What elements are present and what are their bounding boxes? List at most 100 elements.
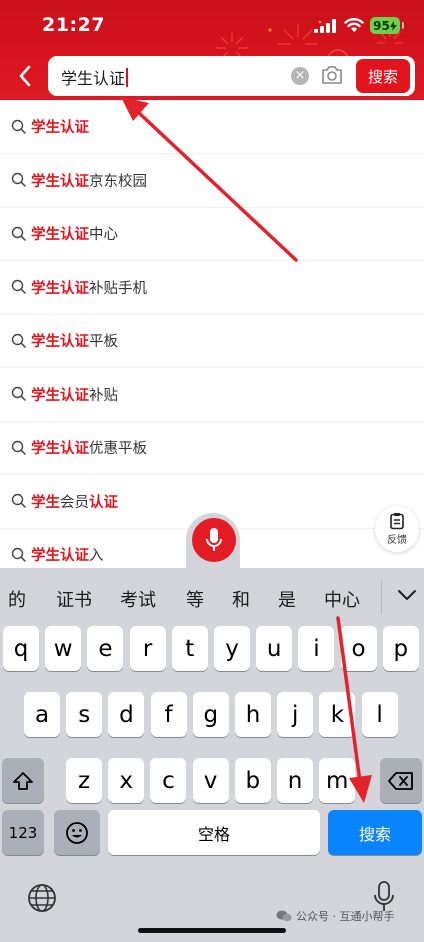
suggestion-rest: 中心 [89, 227, 118, 243]
candidate-bar: 的 证书 考试 等 和 是 中心 [0, 568, 424, 626]
suggestion-rest: 京东校园 [89, 173, 147, 190]
status-time: 21:27 [42, 14, 105, 36]
key-k[interactable]: k [319, 692, 356, 737]
battery-indicator: 95 [370, 17, 404, 34]
voice-search-button[interactable] [192, 518, 236, 562]
watermark-text: 公众号 · 互通小帮手 [296, 910, 395, 923]
key-x[interactable]: x [108, 758, 145, 803]
search-icon [11, 493, 26, 508]
suggestion-highlight: 学生认证 [31, 173, 89, 190]
search-button[interactable]: 搜索 [356, 59, 410, 93]
suggestion-rest: 入 [89, 548, 104, 564]
search-icon [11, 547, 26, 562]
suggestion-text: 学生会员认证 [31, 491, 118, 512]
chevron-down-icon[interactable] [396, 584, 418, 606]
key-r[interactable]: r [129, 626, 166, 671]
suggestion-rest: 会员 [60, 494, 89, 511]
suggestion-item[interactable]: 学生认证补贴手机 [0, 261, 424, 315]
candidate-word[interactable]: 考试 [120, 586, 156, 612]
feedback-label: 反馈 [387, 535, 407, 546]
candidate-word[interactable]: 等 [186, 586, 204, 612]
emoji-key[interactable] [54, 810, 100, 855]
suggestion-item[interactable]: 学生认证优惠平板 [0, 421, 424, 475]
microphone-icon [206, 528, 222, 551]
wechat-icon [276, 910, 292, 922]
space-key[interactable]: 空格 [108, 810, 320, 855]
key-c[interactable]: c [150, 758, 187, 803]
key-b[interactable]: b [234, 758, 271, 803]
key-t[interactable]: t [171, 626, 208, 671]
suggestion-text: 学生认证 [31, 116, 89, 137]
suggestion-list: 学生认证 学生认证京东校园 学生认证中心 学生认证补贴手机 学生认证平板 学生认证补贴 学生… [0, 100, 424, 567]
suggestion-highlight: 学生认证 [31, 120, 89, 136]
text-cursor [126, 68, 129, 87]
keyboard-search-key[interactable]: 搜索 [328, 810, 422, 855]
clear-icon[interactable]: × [291, 67, 309, 85]
candidate-word[interactable]: 和 [232, 586, 250, 612]
globe-icon[interactable] [26, 882, 58, 914]
key-w[interactable]: w [45, 626, 82, 671]
candidate-word[interactable]: 的 [8, 586, 26, 612]
key-m[interactable]: m [319, 758, 356, 803]
key-p[interactable]: p [382, 626, 419, 671]
suggestion-rest: 补贴手机 [89, 280, 147, 297]
search-icon [11, 386, 26, 401]
feedback-button[interactable]: 反馈 [375, 506, 419, 552]
delete-key[interactable] [380, 758, 422, 803]
suggestion-item[interactable]: 学生认证补贴 [0, 368, 424, 422]
search-icon [11, 333, 26, 348]
suggestion-highlight: 学生认证 [31, 387, 89, 404]
key-o[interactable]: o [340, 626, 377, 671]
suggestion-item[interactable]: 学生认证平板 [0, 314, 424, 368]
back-button[interactable] [14, 62, 36, 90]
key-u[interactable]: u [256, 626, 293, 671]
key-i[interactable]: i [298, 626, 335, 671]
suggestion-text: 学生认证补贴 [31, 384, 118, 405]
search-input[interactable]: 学生认证 × 搜索 [48, 56, 415, 96]
suggestion-item[interactable]: 学生认证京东校园 [0, 154, 424, 208]
suggestion-text: 学生认证优惠平板 [31, 437, 147, 458]
key-f[interactable]: f [150, 692, 187, 737]
key-l[interactable]: l [361, 692, 398, 737]
key-n[interactable]: n [277, 758, 313, 803]
suggestion-text: 学生认证中心 [31, 223, 118, 244]
key-g[interactable]: g [192, 692, 229, 737]
key-e[interactable]: e [87, 626, 124, 671]
suggestion-text: 学生认证入 [31, 544, 104, 565]
suggestion-highlight: 学生认证 [31, 441, 89, 457]
wifi-icon [344, 18, 364, 32]
charging-bolt-icon [389, 20, 397, 31]
candidate-word[interactable]: 证书 [56, 586, 92, 612]
suggestion-highlight: 学生 [31, 494, 60, 511]
watermark: 公众号 · 互通小帮手 [276, 908, 395, 924]
emoji-icon [66, 821, 88, 844]
suggestion-item[interactable]: 学生认证中心 [0, 207, 424, 261]
search-icon [11, 279, 26, 294]
shift-icon [13, 771, 33, 790]
suggestion-highlight-2: 认证 [89, 494, 118, 511]
shift-key[interactable] [2, 758, 44, 803]
key-a[interactable]: a [24, 692, 60, 737]
suggestion-text: 学生认证补贴手机 [31, 277, 147, 298]
search-icon [11, 226, 26, 241]
key-y[interactable]: y [214, 626, 250, 671]
candidate-word[interactable]: 是 [278, 586, 296, 612]
key-s[interactable]: s [66, 692, 103, 737]
candidate-word[interactable]: 中心 [324, 586, 360, 612]
suggestion-item[interactable]: 学生认证 [0, 100, 424, 154]
suggestion-rest: 优惠平板 [89, 441, 147, 457]
numbers-key[interactable]: 123 [2, 810, 44, 855]
candidate-divider [381, 580, 382, 614]
clipboard-icon [390, 513, 404, 530]
search-query-text: 学生认证 [61, 65, 129, 89]
key-q[interactable]: q [3, 626, 39, 671]
camera-icon[interactable] [320, 63, 344, 87]
key-j[interactable]: j [277, 692, 314, 737]
suggestion-highlight: 学生认证 [31, 227, 89, 243]
search-icon [11, 172, 26, 187]
key-h[interactable]: h [235, 692, 271, 737]
key-z[interactable]: z [66, 758, 102, 803]
key-d[interactable]: d [108, 692, 145, 737]
key-v[interactable]: v [192, 758, 229, 803]
search-icon [11, 119, 26, 134]
